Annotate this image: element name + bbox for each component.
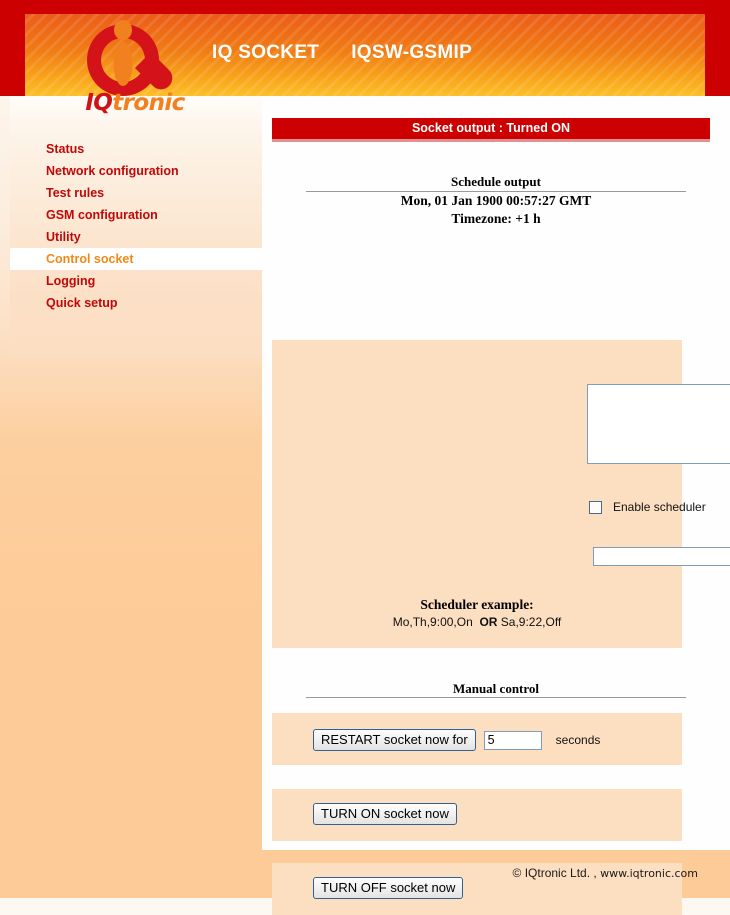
main-content-panel: Socket output : Turned ON Schedule outpu… xyxy=(262,96,730,915)
sidebar-item-utility[interactable]: Utility xyxy=(10,226,262,248)
scheduler-textarea[interactable] xyxy=(587,384,730,464)
sidebar-item-test-rules[interactable]: Test rules xyxy=(10,182,262,204)
sidebar-item-gsm-configuration[interactable]: GSM configuration xyxy=(10,204,262,226)
restart-seconds-input[interactable] xyxy=(483,730,542,750)
logo-wordmark: IQtronic xyxy=(60,90,210,116)
enable-scheduler-checkbox[interactable] xyxy=(589,500,602,514)
socket-output-status-bar: Socket output : Turned ON xyxy=(272,118,710,142)
footer-website[interactable]: www.iqtronic.com xyxy=(600,867,698,880)
logo-word-iq: IQ xyxy=(85,90,113,116)
sidebar-item-quick-setup[interactable]: Quick setup xyxy=(10,292,262,314)
iqtronic-logo: IQtronic xyxy=(60,18,210,118)
device-datetime: Mon, 01 Jan 1900 00:57:27 GMT xyxy=(400,193,592,208)
sidebar-item-control-socket[interactable]: Control socket xyxy=(10,248,262,270)
scheduler-example-body: Mo,Th,9:00,On OR Sa,9:22,Off xyxy=(272,615,682,629)
sidebar-item-logging[interactable]: Logging xyxy=(10,270,262,292)
schedule-output-rule xyxy=(306,191,686,192)
scheduler-name-input[interactable] xyxy=(593,547,730,566)
manual-control-heading: Manual control xyxy=(452,681,540,696)
scheduler-save-row: Save Delete xyxy=(593,546,730,567)
restart-socket-button[interactable]: RESTART socket now for xyxy=(313,729,476,751)
scheduler-example-right: Sa,9:22,Off xyxy=(500,615,562,629)
product-name: IQ SOCKET xyxy=(212,42,320,63)
model-name: IQSW-GSMIP xyxy=(351,42,473,63)
device-timezone: Timezone: +1 h xyxy=(451,211,541,226)
sidebar-item-status[interactable]: Status xyxy=(10,138,262,160)
manual-control-rule xyxy=(306,697,686,698)
footer-copyright-text: © IQtronic Ltd. , xyxy=(512,866,597,880)
enable-scheduler-label: Enable scheduler xyxy=(613,500,706,514)
footer-copyright: © IQtronic Ltd. , www.iqtronic.com xyxy=(513,866,698,880)
page-title: IQ SOCKET IQSW-GSMIP xyxy=(212,42,472,64)
logo-word-tronic: tronic xyxy=(112,90,185,116)
restart-row: RESTART socket now for seconds xyxy=(313,729,600,751)
seconds-label: seconds xyxy=(555,733,601,747)
enable-scheduler-row: Enable scheduler xyxy=(589,499,706,515)
turn-on-socket-button[interactable]: TURN ON socket now xyxy=(313,803,457,825)
schedule-output-heading: Schedule output xyxy=(451,174,541,189)
scheduler-example-left: Mo,Th,9:00,On xyxy=(392,615,473,629)
footer: © IQtronic Ltd. , www.iqtronic.com xyxy=(0,850,730,898)
sidebar: Status Network configuration Test rules … xyxy=(10,96,262,356)
scheduler-example-title: Scheduler example: xyxy=(420,597,534,612)
sidebar-menu: Status Network configuration Test rules … xyxy=(10,138,262,314)
scheduler-example-or: OR xyxy=(479,615,498,629)
sidebar-item-network-configuration[interactable]: Network configuration xyxy=(10,160,262,182)
